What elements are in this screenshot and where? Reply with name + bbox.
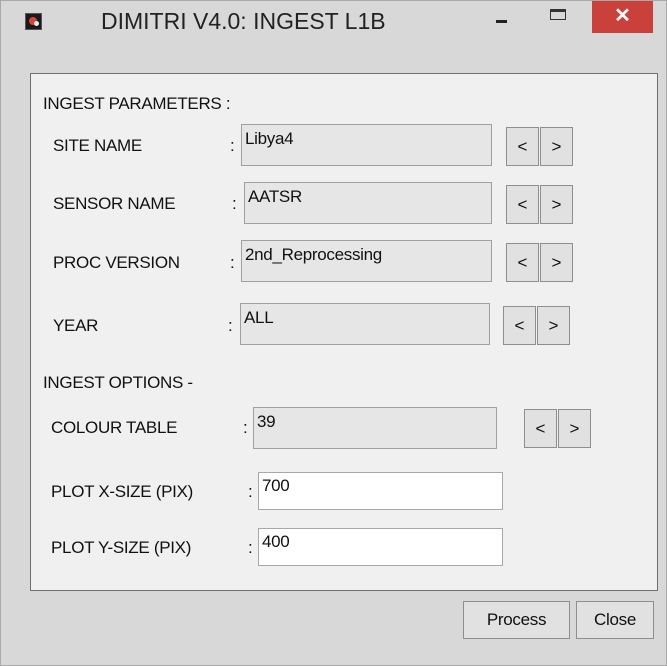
ingest-parameters-heading: INGEST PARAMETERS : — [43, 94, 231, 113]
close-window-button[interactable]: ✕ — [592, 1, 653, 33]
site-name-field: Libya4 — [241, 124, 492, 166]
minimize-icon — [496, 20, 507, 23]
ingest-options-heading: INGEST OPTIONS - — [43, 373, 193, 392]
site-name-prev-button[interactable]: < — [506, 127, 539, 166]
close-icon: ✕ — [614, 5, 631, 27]
plot-x-size-input[interactable]: 700 — [258, 472, 503, 510]
sensor-name-field: AATSR — [244, 182, 492, 224]
proc-version-prev-button[interactable]: < — [506, 243, 539, 282]
year-colon: : — [228, 316, 233, 335]
colour-table-prev-button[interactable]: < — [524, 409, 557, 448]
app-icon[interactable] — [25, 13, 42, 30]
colour-table-field: 39 — [253, 407, 497, 449]
colour-table-next-button[interactable]: > — [558, 409, 591, 448]
plot-y-size-input[interactable]: 400 — [258, 528, 503, 566]
plot-x-size-colon: : — [248, 482, 253, 501]
ingest-panel: INGEST PARAMETERS : SITE NAME : Libya4 <… — [30, 73, 658, 591]
year-next-button[interactable]: > — [537, 306, 570, 345]
ingest-l1b-window: DIMITRI V4.0: INGEST L1B ✕ INGEST PARAME… — [0, 0, 667, 666]
sensor-name-colon: : — [232, 194, 237, 213]
maximize-icon — [550, 9, 566, 20]
plot-y-size-colon: : — [248, 538, 253, 557]
site-name-label: SITE NAME — [53, 136, 142, 155]
plot-x-size-label: PLOT X-SIZE (PIX) — [51, 482, 193, 501]
sensor-name-prev-button[interactable]: < — [506, 185, 539, 224]
site-name-colon: : — [230, 136, 235, 155]
year-prev-button[interactable]: < — [503, 306, 536, 345]
sensor-name-next-button[interactable]: > — [540, 185, 573, 224]
window-title: DIMITRI V4.0: INGEST L1B — [101, 8, 386, 34]
proc-version-field: 2nd_Reprocessing — [241, 240, 492, 282]
title-bar[interactable]: DIMITRI V4.0: INGEST L1B ✕ — [1, 1, 666, 41]
year-field: ALL — [240, 303, 490, 345]
minimize-button[interactable] — [479, 1, 525, 33]
maximize-button[interactable] — [536, 1, 582, 33]
colour-table-label: COLOUR TABLE — [51, 418, 178, 437]
proc-version-label: PROC VERSION — [53, 253, 180, 272]
process-button[interactable]: Process — [463, 601, 570, 639]
sensor-name-label: SENSOR NAME — [53, 194, 176, 213]
year-label: YEAR — [53, 316, 99, 335]
plot-y-size-label: PLOT Y-SIZE (PIX) — [51, 538, 192, 557]
site-name-next-button[interactable]: > — [540, 127, 573, 166]
proc-version-colon: : — [230, 253, 235, 272]
proc-version-next-button[interactable]: > — [540, 243, 573, 282]
colour-table-colon: : — [243, 418, 248, 437]
close-button[interactable]: Close — [576, 601, 654, 639]
